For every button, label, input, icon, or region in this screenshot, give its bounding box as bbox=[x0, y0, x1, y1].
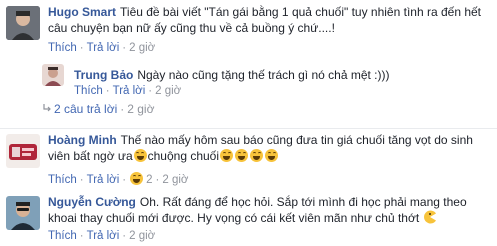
comment-body: Nguyễn Cường Oh. Rất đáng để học hỏi. Sắp… bbox=[48, 194, 489, 226]
laughing-emoji-icon bbox=[250, 149, 264, 162]
commenter-name[interactable]: Nguyễn Cường bbox=[48, 195, 136, 209]
comment-nguyen-cuong: Nguyễn Cường Oh. Rất đáng để học hỏi. Sắp… bbox=[0, 192, 497, 246]
comment-hugo-smart: Hugo Smart Tiêu đề bài viết "Tán gái bằng… bbox=[0, 0, 497, 60]
avatar-trung-bao[interactable] bbox=[42, 64, 64, 86]
commenter-name[interactable]: Hoàng Minh bbox=[48, 133, 117, 147]
reply-link[interactable]: Trả lời bbox=[87, 174, 120, 186]
timestamp[interactable]: 2 giờ bbox=[127, 102, 154, 116]
laughing-emoji-icon bbox=[235, 149, 249, 162]
comment-actions: Thích · Trả lời · 2 giờ bbox=[48, 42, 156, 54]
avatar-image bbox=[6, 196, 40, 230]
like-link[interactable]: Thích bbox=[74, 85, 103, 97]
comment-body: Hoàng Minh Thế nào mấy hôm sau báo cũng đ… bbox=[48, 132, 489, 164]
timestamp[interactable]: 2 giờ bbox=[162, 174, 188, 186]
comment-actions: Thích · Trả lời · 2 giờ bbox=[48, 230, 156, 242]
comment-actions: Thích · Trả lời · 2 · 2 giờ bbox=[48, 172, 189, 186]
avatar-image bbox=[6, 134, 40, 168]
commenter-name[interactable]: Trung Bảo bbox=[74, 68, 133, 82]
timestamp[interactable]: 2 giờ bbox=[129, 42, 155, 54]
timestamp[interactable]: 2 giờ bbox=[129, 230, 155, 242]
divider bbox=[0, 128, 497, 129]
comment-hoang-minh: Hoàng Minh Thế nào mấy hôm sau báo cũng đ… bbox=[0, 130, 497, 190]
comment-body: Trung Bảo Ngày nào cũng tặng thế trách gì… bbox=[74, 67, 489, 83]
commenter-name[interactable]: Hugo Smart bbox=[48, 5, 116, 19]
comment-text: Ngày nào cũng tặng thế trách gì nó chả m… bbox=[137, 68, 390, 82]
view-replies[interactable]: 2 câu trả lời · 2 giờ bbox=[42, 102, 154, 116]
reply-link[interactable]: Trả lời bbox=[113, 85, 146, 97]
like-link[interactable]: Thích bbox=[48, 174, 77, 186]
reaction-haha-icon[interactable] bbox=[130, 172, 144, 185]
comment-actions: Thích · Trả lời · 2 giờ bbox=[74, 85, 182, 97]
reply-link[interactable]: Trả lời bbox=[87, 230, 120, 242]
avatar-image bbox=[42, 64, 64, 86]
comment-trung-bao: Trung Bảo Ngày nào cũng tặng thế trách gì… bbox=[0, 62, 497, 100]
reply-arrow-icon bbox=[42, 102, 54, 116]
avatar-hoang-minh[interactable] bbox=[6, 134, 40, 168]
like-link[interactable]: Thích bbox=[48, 42, 77, 54]
pacman-emoji-icon bbox=[423, 210, 436, 224]
avatar-hugo-smart[interactable] bbox=[6, 6, 40, 40]
avatar-image bbox=[6, 6, 40, 40]
like-link[interactable]: Thích bbox=[48, 230, 77, 242]
laughing-emoji-icon bbox=[265, 149, 279, 162]
reply-link[interactable]: Trả lời bbox=[87, 42, 120, 54]
laughing-emoji-icon bbox=[220, 149, 234, 162]
reaction-count[interactable]: 2 bbox=[146, 174, 152, 186]
comment-body: Hugo Smart Tiêu đề bài viết "Tán gái bằng… bbox=[48, 4, 489, 36]
avatar-nguyen-cuong[interactable] bbox=[6, 196, 40, 230]
replies-count-link[interactable]: 2 câu trả lời bbox=[54, 102, 117, 116]
timestamp[interactable]: 2 giờ bbox=[155, 85, 181, 97]
comment-text-continued: chuộng chuối bbox=[147, 149, 220, 163]
laughing-emoji-icon bbox=[133, 149, 147, 162]
